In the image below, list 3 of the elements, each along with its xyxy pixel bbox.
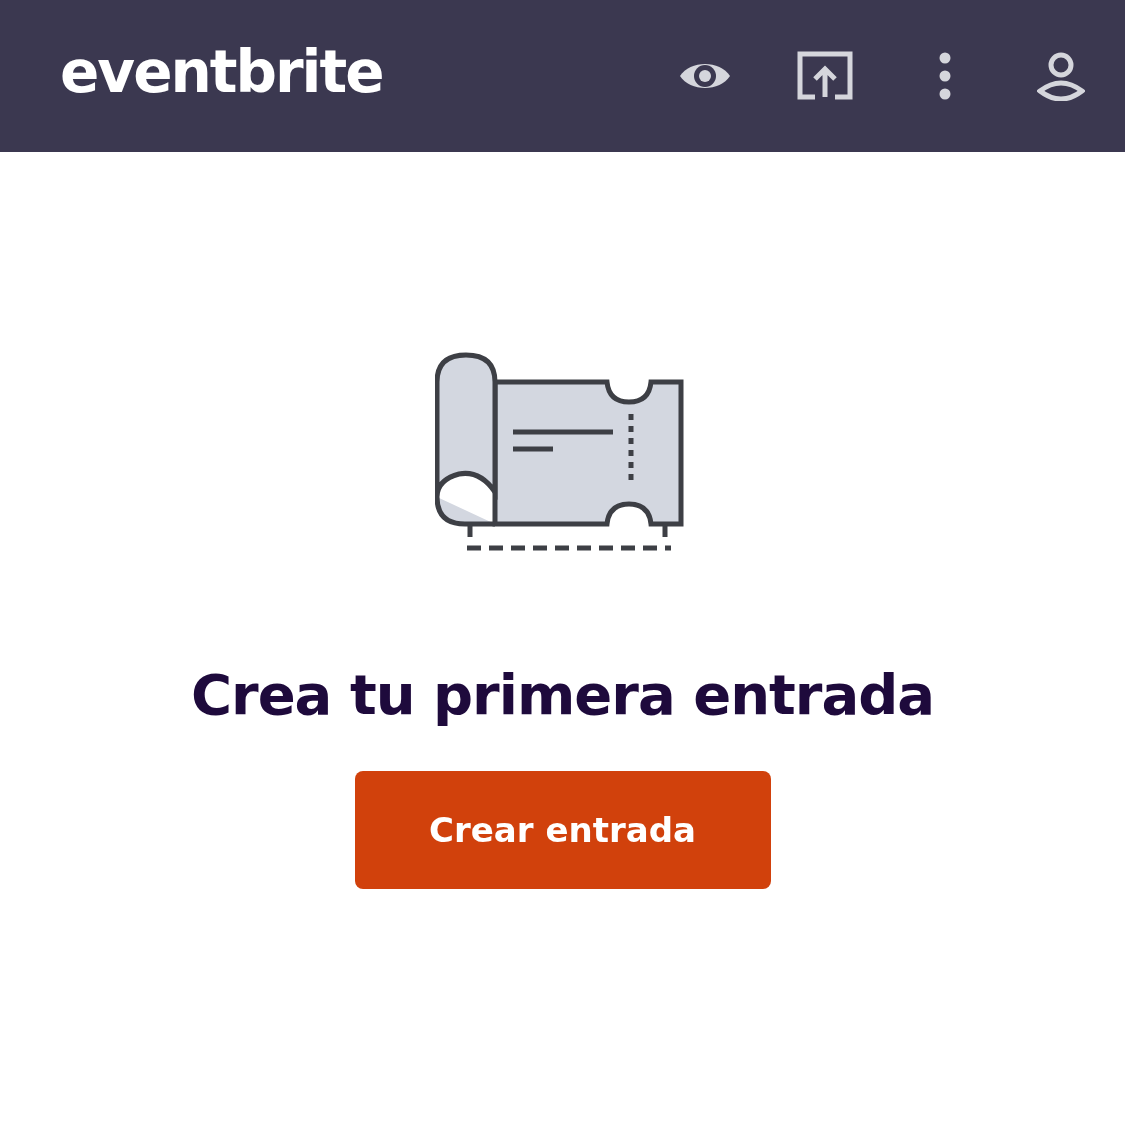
empty-state-title: Crea tu primera entrada: [190, 662, 935, 727]
logo[interactable]: eventbrite: [60, 43, 383, 101]
create-ticket-button[interactable]: Crear entrada: [354, 771, 771, 889]
